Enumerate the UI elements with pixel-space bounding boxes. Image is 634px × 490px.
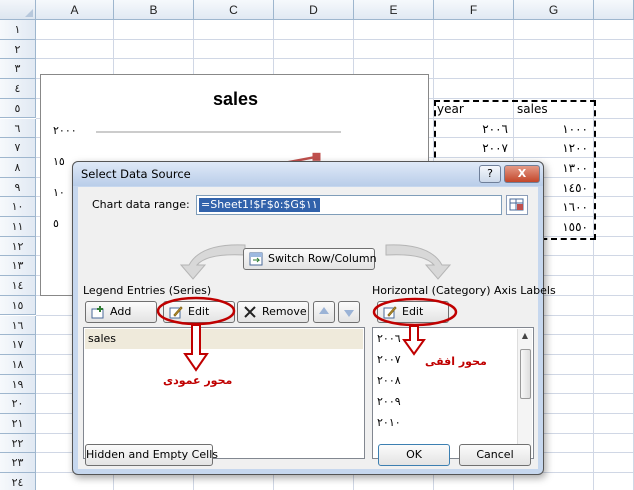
move-down-button[interactable] <box>338 301 360 323</box>
select-data-source-dialog: Select Data Source ? X Chart data range:… <box>72 161 556 475</box>
row-header[interactable]: ٧ <box>0 138 36 158</box>
row-header[interactable]: ١٦ <box>0 315 36 336</box>
remove-series-label: Remove <box>262 305 307 318</box>
row-header[interactable]: ٨ <box>0 157 36 178</box>
series-item[interactable]: sales <box>85 329 363 349</box>
row-header[interactable]: ٢١ <box>0 414 36 434</box>
row-header[interactable]: ١١ <box>0 217 36 237</box>
cell-sales[interactable]: ١٠٠٠ <box>514 119 594 139</box>
hidden-empty-cells-button[interactable]: Hidden and Empty Cells <box>85 444 218 466</box>
add-icon <box>91 306 104 319</box>
add-series-label: Add <box>110 305 132 318</box>
axis-labels-title: Horizontal (Category) Axis Labels <box>372 284 556 297</box>
switch-row-column-label: Switch Row/Column <box>268 252 377 265</box>
move-up-button[interactable] <box>313 301 335 323</box>
chart-data-range-value: =Sheet1!$F$٥:$G$١١ <box>199 198 320 212</box>
arrow-down-icon <box>344 310 354 317</box>
add-series-button[interactable]: Add <box>85 301 157 323</box>
row-header[interactable]: ٩ <box>0 177 36 198</box>
arrow-up-icon <box>319 307 329 314</box>
legend-entries-title: Legend Entries (Series) <box>83 284 212 297</box>
axis-labels-scrollbar[interactable]: ▲ ▼ <box>517 329 532 457</box>
row-header[interactable]: ٢٠ <box>0 394 36 414</box>
chart-data-range-input[interactable]: =Sheet1!$F$٥:$G$١١ <box>196 195 502 215</box>
row-header[interactable]: ٢ <box>0 39 36 60</box>
row-header[interactable]: ١ <box>0 20 36 40</box>
cell-header-sales[interactable]: sales <box>514 99 594 119</box>
column-header[interactable]: E <box>354 0 434 20</box>
column-header[interactable]: C <box>194 0 274 20</box>
row-header[interactable]: ١٥ <box>0 295 36 316</box>
scroll-thumb[interactable] <box>520 349 531 399</box>
row-header[interactable]: ٢٣ <box>0 453 36 474</box>
column-header[interactable]: F <box>434 0 514 20</box>
axis-labels-list[interactable]: ٢٠٠٦ ٢٠٠٧ ٢٠٠٨ ٢٠٠٩ ٢٠١٠ ▲ ▼ <box>372 327 534 459</box>
axis-label-item: ٢٠١٠ <box>377 416 401 429</box>
row-header[interactable]: ٢٤ <box>0 473 36 490</box>
row-header[interactable]: ١٧ <box>0 335 36 355</box>
select-all-corner[interactable] <box>0 0 36 20</box>
scroll-up-icon[interactable]: ▲ <box>519 330 531 342</box>
column-header[interactable] <box>594 0 634 20</box>
cancel-button[interactable]: Cancel <box>459 444 531 466</box>
axis-label-item: ٢٠٠٩ <box>377 395 401 408</box>
edit-axis-labels-label: Edit <box>402 305 424 318</box>
axis-label-item: ٢٠٠٨ <box>377 374 401 387</box>
column-header[interactable]: A <box>36 0 114 20</box>
row-header[interactable]: ١٨ <box>0 354 36 375</box>
range-picker-icon <box>509 198 524 211</box>
cell-header-year[interactable]: year <box>434 99 514 119</box>
row-header[interactable]: ١٤ <box>0 276 36 296</box>
column-header[interactable]: B <box>114 0 194 20</box>
dialog-title: Select Data Source <box>81 167 191 181</box>
data-point[interactable] <box>312 152 321 161</box>
row-header[interactable]: ٣ <box>0 59 36 80</box>
range-picker-button[interactable] <box>506 195 528 215</box>
axis-label-item: ٢٠٠٦ <box>377 332 401 345</box>
row-header[interactable]: ١٩ <box>0 374 36 395</box>
row-header[interactable]: ٦ <box>0 118 36 139</box>
dialog-body: Chart data range: =Sheet1!$F$٥:$G$١١ Swi… <box>78 187 556 469</box>
remove-icon <box>244 306 256 318</box>
column-header[interactable]: D <box>274 0 354 20</box>
row-header[interactable]: ٥ <box>0 98 36 119</box>
axis-label-item: ٢٠٠٧ <box>377 353 401 366</box>
row-header[interactable]: ١٠ <box>0 197 36 217</box>
series-list[interactable]: sales <box>83 327 365 459</box>
ok-button[interactable]: OK <box>378 444 450 466</box>
dialog-titlebar[interactable]: Select Data Source ? X <box>73 162 543 186</box>
vertical-axis-note: محور عمودی <box>163 374 233 387</box>
switch-row-column-icon <box>249 252 263 266</box>
row-header[interactable]: ١٢ <box>0 236 36 257</box>
curved-arrow-left-icon <box>179 244 246 280</box>
edit-series-label: Edit <box>188 305 210 318</box>
edit-icon <box>169 306 183 319</box>
close-button[interactable]: X <box>504 165 540 183</box>
help-button[interactable]: ? <box>479 165 501 183</box>
horizontal-axis-note: محور افقی <box>425 355 487 368</box>
edit-axis-labels-button[interactable]: Edit <box>377 301 449 323</box>
switch-row-column-button[interactable]: Switch Row/Column <box>243 248 377 270</box>
cell-sales[interactable]: ١٢٠٠ <box>514 138 594 158</box>
column-header[interactable]: G <box>514 0 594 20</box>
curved-arrow-right-icon <box>385 244 452 280</box>
row-header[interactable]: ١٣ <box>0 256 36 277</box>
edit-series-button[interactable]: Edit <box>163 301 235 323</box>
remove-series-button[interactable]: Remove <box>237 301 309 323</box>
chart-data-range-label: Chart data range: <box>92 198 190 211</box>
cell-year[interactable]: ٢٠٠٦ <box>434 119 514 139</box>
row-header[interactable]: ٢٢ <box>0 433 36 454</box>
row-header[interactable]: ٤ <box>0 79 36 99</box>
edit-icon <box>383 306 397 319</box>
cell-year[interactable]: ٢٠٠٧ <box>434 138 514 158</box>
